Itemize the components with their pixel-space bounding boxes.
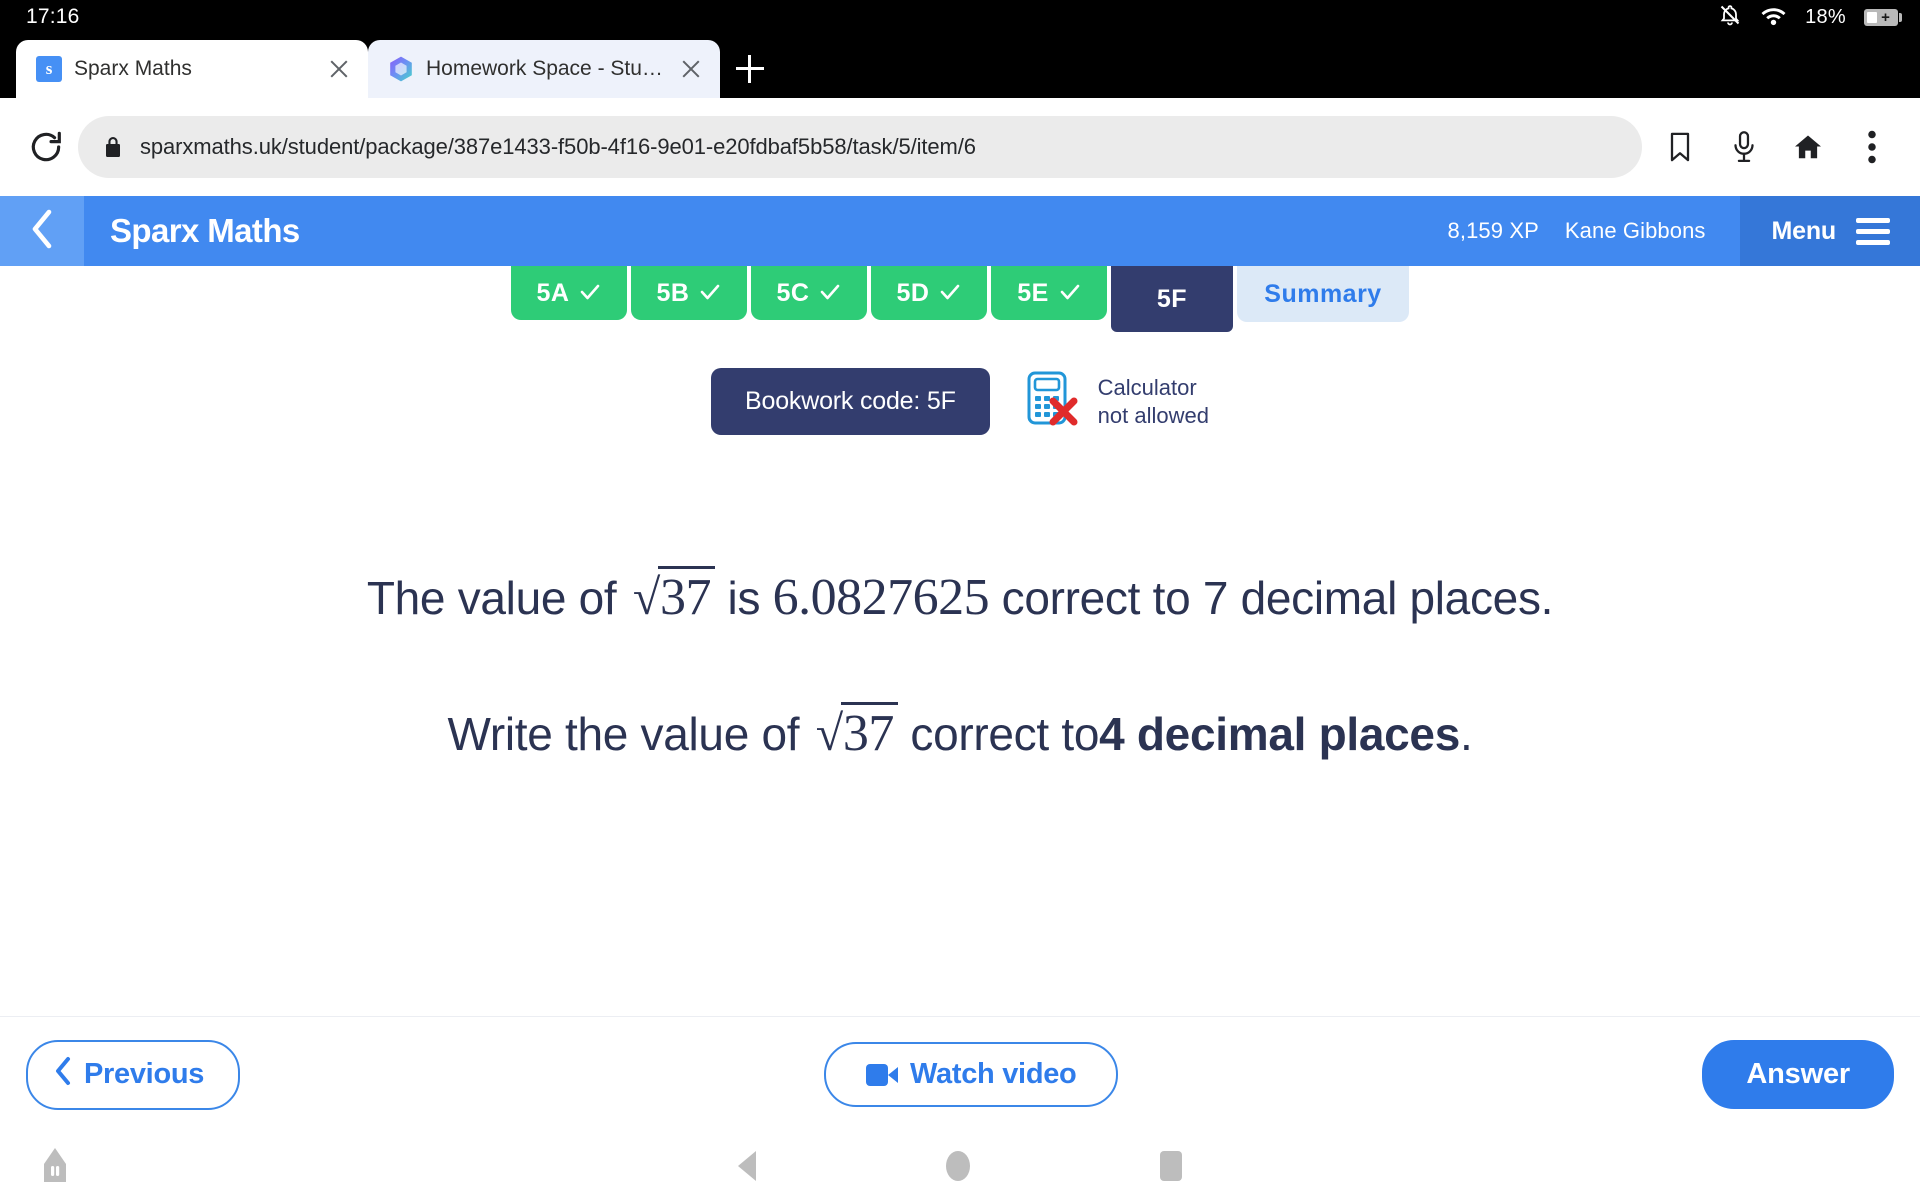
tab-title: Homework Space - StudyX bbox=[426, 57, 664, 80]
battery-charging-icon: + bbox=[1864, 8, 1902, 26]
sparx-app-header: Sparx Maths 8,159 XP Kane Gibbons Menu bbox=[0, 196, 1920, 266]
sparx-favicon-icon: s bbox=[36, 56, 62, 82]
question-text-c: correct to 7 decimal places. bbox=[1001, 572, 1554, 624]
omnibox-actions bbox=[1642, 119, 1900, 175]
task-tab-label: 5D bbox=[896, 278, 930, 307]
question-text-b: correct to bbox=[910, 707, 1100, 760]
reload-icon[interactable] bbox=[18, 119, 74, 175]
menu-label: Menu bbox=[1771, 216, 1837, 245]
task-tab-5a[interactable]: 5A bbox=[511, 266, 627, 320]
radicand: 37 bbox=[658, 566, 716, 626]
android-nav-bar bbox=[0, 1132, 1920, 1200]
menu-button[interactable]: Menu bbox=[1739, 196, 1920, 266]
watch-video-label: Watch video bbox=[910, 1058, 1077, 1090]
square-root-symbol: √37 bbox=[629, 565, 716, 631]
url-bar[interactable]: sparxmaths.uk/student/package/387e1433-f… bbox=[78, 116, 1642, 178]
answer-label: Answer bbox=[1746, 1058, 1850, 1090]
check-icon bbox=[1059, 282, 1081, 304]
wifi-icon bbox=[1760, 4, 1787, 31]
task-tab-5e[interactable]: 5E bbox=[991, 266, 1107, 320]
hamburger-icon bbox=[1856, 217, 1890, 245]
close-icon[interactable] bbox=[676, 54, 706, 84]
watch-video-button[interactable]: Watch video bbox=[824, 1042, 1119, 1107]
browser-omnibox-bar: sparxmaths.uk/student/package/387e1433-f… bbox=[0, 98, 1920, 196]
app-brand-title: Sparx Maths bbox=[110, 212, 300, 249]
check-icon bbox=[579, 282, 601, 304]
browser-tab-strip: s Sparx Maths Homework Space - StudyX bbox=[0, 34, 1920, 98]
calculator-line-1: Calculator bbox=[1097, 374, 1197, 400]
previous-button[interactable]: Previous bbox=[26, 1039, 241, 1110]
question-text-c: . bbox=[1459, 707, 1473, 760]
task-tab-label: 5F bbox=[1156, 284, 1188, 313]
chevron-left-icon bbox=[29, 208, 55, 255]
status-indicators: 18% + bbox=[1718, 3, 1902, 32]
calculator-not-allowed-icon bbox=[1026, 370, 1082, 433]
question-line-1: The value of √37 is 6.0827625 correct to… bbox=[170, 565, 1750, 631]
answer-button[interactable]: Answer bbox=[1702, 1040, 1894, 1109]
question-text-a: The value of bbox=[366, 572, 617, 624]
task-tab-label: 5E bbox=[1017, 278, 1049, 307]
task-tab-5d[interactable]: 5D bbox=[871, 266, 987, 320]
question-body: The value of √37 is 6.0827625 correct to… bbox=[0, 435, 1920, 766]
close-icon[interactable] bbox=[324, 54, 354, 84]
question-value: 6.0827625 bbox=[772, 569, 990, 626]
previous-label: Previous bbox=[84, 1058, 205, 1090]
back-button[interactable] bbox=[0, 196, 84, 266]
url-text: sparxmaths.uk/student/package/387e1433-f… bbox=[140, 134, 976, 159]
nav-home-icon[interactable] bbox=[946, 1151, 970, 1181]
nav-buttons bbox=[0, 1151, 1920, 1181]
task-tab-label: 5A bbox=[536, 278, 570, 307]
chevron-left-icon bbox=[54, 1056, 72, 1094]
tab-title: Sparx Maths bbox=[74, 57, 192, 80]
new-tab-button[interactable] bbox=[720, 40, 780, 98]
android-status-bar: 17:16 18% + bbox=[0, 0, 1920, 34]
browser-tab-sparx-maths[interactable]: s Sparx Maths bbox=[16, 40, 368, 98]
studyx-favicon-icon bbox=[388, 56, 414, 82]
bookwork-row: Bookwork code: 5F Calculator not allowed bbox=[0, 368, 1920, 435]
battery-percent-label: 18% bbox=[1805, 5, 1846, 28]
calculator-line-2: not allowed bbox=[1097, 402, 1209, 428]
task-tab-label: 5B bbox=[656, 278, 690, 307]
task-tab-summary[interactable]: Summary bbox=[1237, 266, 1409, 322]
task-tab-label: 5C bbox=[776, 278, 810, 307]
nav-back-icon[interactable] bbox=[738, 1151, 756, 1181]
lock-icon bbox=[104, 136, 122, 158]
radicand: 37 bbox=[840, 701, 898, 762]
task-content-area: 5A 5B 5C 5D 5E 5F Summary Bookwork code:… bbox=[0, 266, 1920, 767]
calculator-not-allowed-notice: Calculator not allowed bbox=[1026, 370, 1209, 433]
task-tab-5b[interactable]: 5B bbox=[631, 266, 747, 320]
check-icon bbox=[939, 282, 961, 304]
calculator-text: Calculator not allowed bbox=[1098, 375, 1209, 429]
task-tab-5f[interactable]: 5F bbox=[1111, 266, 1233, 332]
check-icon bbox=[699, 282, 721, 304]
question-line-2: Write the value of √37 correct to4 decim… bbox=[170, 701, 1750, 767]
overflow-menu-icon[interactable] bbox=[1844, 119, 1900, 175]
task-tab-label: Summary bbox=[1264, 279, 1382, 308]
bookmark-icon[interactable] bbox=[1652, 119, 1708, 175]
square-root-symbol: √37 bbox=[812, 701, 898, 767]
home-icon[interactable] bbox=[1780, 119, 1836, 175]
question-emphasis: 4 decimal places bbox=[1099, 707, 1460, 760]
question-text-a: Write the value of bbox=[447, 707, 800, 760]
question-text-b: is bbox=[727, 572, 761, 624]
browser-tab-homework-space[interactable]: Homework Space - StudyX bbox=[368, 40, 720, 98]
user-name: Kane Gibbons bbox=[1564, 218, 1706, 243]
microphone-icon[interactable] bbox=[1716, 119, 1772, 175]
video-camera-icon bbox=[866, 1063, 899, 1086]
status-clock: 17:16 bbox=[26, 5, 80, 28]
bottom-action-bar: Previous Watch video Answer bbox=[0, 1016, 1920, 1132]
bookwork-code-badge[interactable]: Bookwork code: 5F bbox=[711, 368, 990, 435]
task-tab-5c[interactable]: 5C bbox=[751, 266, 867, 320]
task-tab-bar: 5A 5B 5C 5D 5E 5F Summary bbox=[0, 266, 1920, 332]
xp-counter: 8,159 XP bbox=[1447, 218, 1539, 243]
nav-recents-icon[interactable] bbox=[1160, 1151, 1182, 1181]
check-icon bbox=[819, 282, 841, 304]
bell-muted-icon bbox=[1718, 3, 1742, 32]
